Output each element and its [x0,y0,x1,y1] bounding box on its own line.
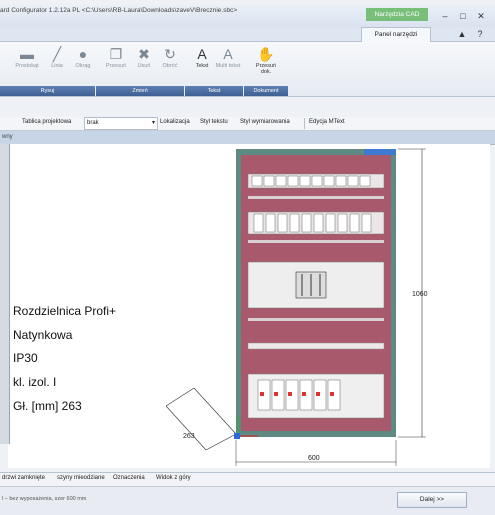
info-line-product: Rozdzielnica Profi+ [13,304,117,318]
info-line-ip: IP30 [13,351,38,365]
toolbar-separator [304,118,305,129]
info-line-mounting: Natynkowa [13,328,73,342]
dimension-style-button[interactable]: Styl wymiarowania [240,119,290,125]
rectangle-icon: ▬ [20,46,34,62]
separator-strip-1 [248,196,384,199]
text-icon: A [197,46,207,62]
text-style-button[interactable]: Styl tekstu [200,119,228,125]
mtext-edit-button[interactable]: Edycja MText [309,119,345,125]
info-line-depth: Gł. [mm] 263 [13,399,82,413]
multiline-text-button[interactable]: A Multi tekst [215,45,241,85]
tab-markings[interactable]: Oznaczenia [113,475,145,481]
tab-rails[interactable]: szyny mieodziane [57,475,105,481]
left-panel-edge [0,144,10,444]
depth-dimension-line [165,405,207,451]
circle-icon: ● [78,46,88,62]
tab-doors-closed[interactable]: drzwi zamknięte [2,475,45,481]
group-label-modify: Zmień [96,86,184,96]
window-title: ard Configurator 1.2.12a PL <C:\Users\RB… [0,7,238,14]
move-icon: ❐ [109,46,123,62]
status-text: l – bez wyposażenia, szer 600 mm [2,496,87,502]
info-line-class: kl. izol. I [13,375,57,389]
rotate-button[interactable]: ↻ Obróć [157,45,183,85]
line-icon: ╱ [52,46,62,62]
move-button[interactable]: ❐ Przesuń [103,45,129,85]
restore-icon[interactable]: □ [456,9,470,23]
next-button[interactable]: Dalej >> [397,492,467,508]
pan-hand-icon: ✋ [257,46,275,62]
text-button[interactable]: A Tekst [189,45,215,85]
height-dimension-label: 1060 [412,291,428,298]
corner-tag [364,149,396,155]
group-label-draw: Rysuj [0,86,95,96]
circle-button[interactable]: ● Okrąg [70,45,96,85]
location-button[interactable]: Lokalizacja [160,119,190,125]
panel-header: wny [0,131,495,145]
delete-button[interactable]: ✖ Usuń [131,45,157,85]
group-label-text: Tekst [185,86,243,96]
din-rail-3 [247,342,385,350]
help-icon[interactable]: ? [473,27,487,41]
design-table-label: Tablica projektowa [22,119,72,125]
tab-cad-tools-context[interactable]: Narzędzia CAD [366,8,428,21]
tab-top-view[interactable]: Widok z góry [156,475,191,481]
close-icon[interactable]: ✕ [474,9,488,23]
rotate-icon: ↻ [164,46,176,62]
tab-panel-narzedzi[interactable]: Panel narzędzi [361,27,431,42]
delete-icon: ✖ [138,46,150,62]
rectangle-button[interactable]: ▬ Prostokąt [14,45,40,85]
minimize-icon[interactable]: – [438,9,452,23]
separator-strip-3 [248,318,384,321]
chevron-down-icon: ▾ [151,120,155,126]
pan-document-button[interactable]: ✋ Przesuń dok. [253,45,279,85]
design-table-select[interactable]: brak ▾ [84,117,158,130]
main-window: ard Configurator 1.2.12a PL <C:\Users\RB… [0,0,495,515]
depth-dimension-label: 263 [183,433,195,440]
group-label-document: Dokument [244,86,288,96]
multiline-text-icon: A [223,46,233,62]
collapse-ribbon-icon[interactable]: ▲ [455,27,469,41]
z-axis-gizmo [234,433,240,439]
separator-strip-2 [248,240,384,243]
line-button[interactable]: ╱ Linia [44,45,70,85]
width-dimension-label: 600 [308,455,320,462]
